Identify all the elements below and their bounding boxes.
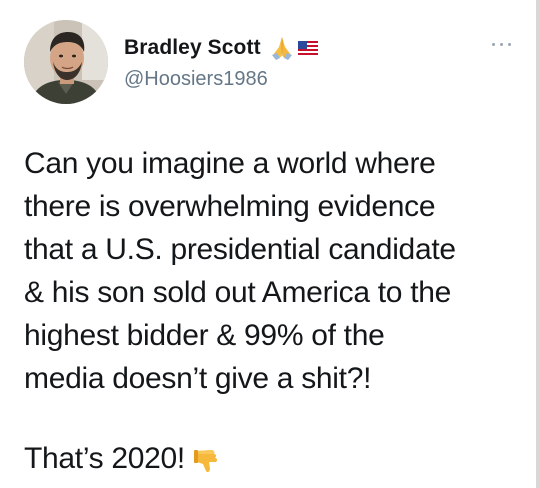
tweet-line: there is overwhelming evidence <box>24 190 436 223</box>
tweet-line: & his son sold out America to the <box>24 276 452 309</box>
more-options-icon[interactable] <box>490 38 514 52</box>
name-row: Bradley Scott <box>124 34 318 62</box>
thumbs-down-icon <box>193 444 223 474</box>
tweet-text: Can you imagine a world where there is o… <box>24 142 524 400</box>
avatar[interactable] <box>24 20 108 104</box>
tweet-line: Can you imagine a world where <box>24 147 436 180</box>
user-handle[interactable]: @Hoosiers1986 <box>124 68 268 91</box>
tweet-line: media doesn’t give a shit?! <box>24 362 372 395</box>
profile-photo <box>24 20 108 104</box>
tweet-line: that a U.S. presidential candidate <box>24 233 456 266</box>
tweet-line: highest bidder & 99% of the <box>24 319 385 352</box>
screenshot-edge <box>536 0 540 488</box>
tweet-closing-line: That’s 2020! <box>24 437 223 480</box>
display-name[interactable]: Bradley Scott <box>124 36 261 60</box>
us-flag-icon <box>297 41 318 55</box>
tweet-closing-text: That’s 2020! <box>24 442 185 475</box>
tweet-card: Bradley Scott @Hoosiers1986 Can you imag… <box>0 0 540 488</box>
folded-hands-icon <box>269 35 295 61</box>
